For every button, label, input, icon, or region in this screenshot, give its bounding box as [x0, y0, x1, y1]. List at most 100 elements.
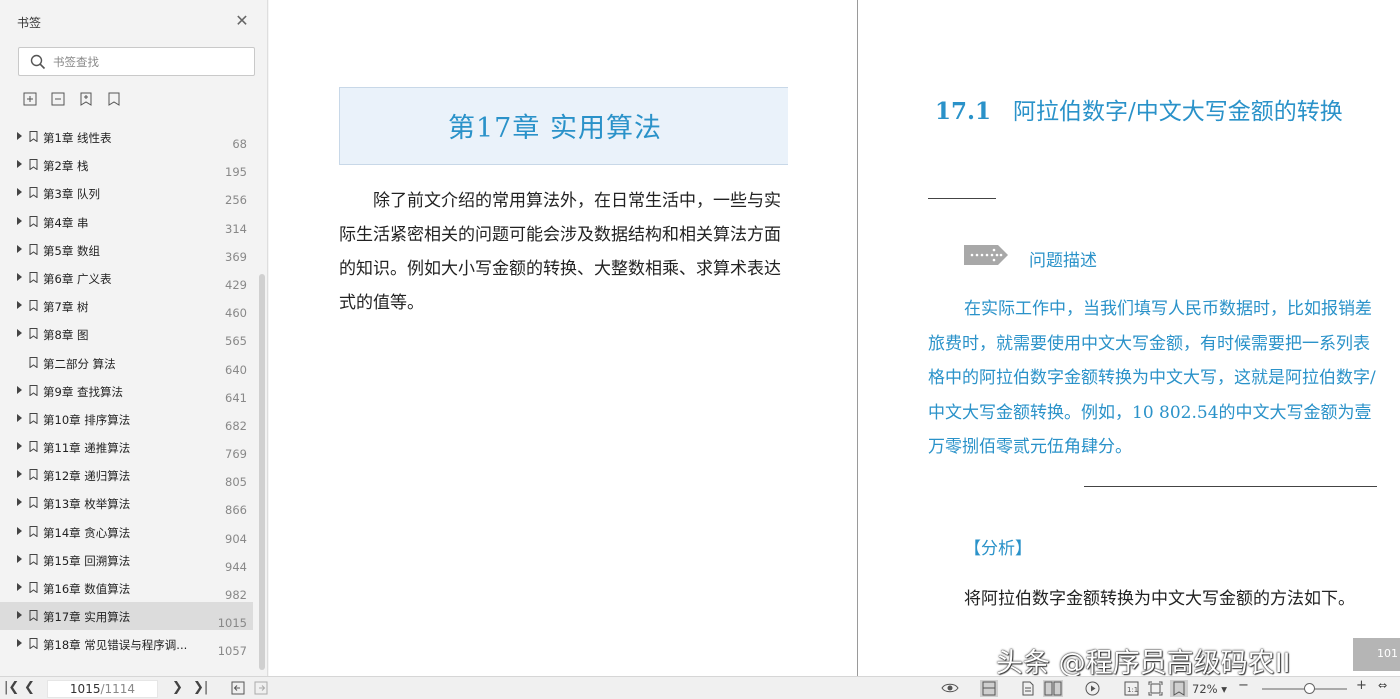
play-icon[interactable] [1085, 681, 1100, 696]
bookmark-item[interactable]: 第二部分 算法 640 [0, 349, 253, 377]
page-view-icon[interactable] [1021, 681, 1035, 696]
bookmark-item[interactable]: 第7章 树 460 [0, 292, 253, 320]
two-page-view-icon[interactable] [1043, 680, 1063, 697]
expand-arrow-icon[interactable] [17, 413, 22, 422]
zoom-slider-handle[interactable] [1304, 683, 1315, 694]
prev-page-icon[interactable]: ❮ [24, 680, 35, 695]
bookmark-item[interactable]: 第12章 递归算法 805 [0, 461, 253, 489]
expand-arrow-icon[interactable] [17, 272, 22, 281]
expand-arrow-icon[interactable] [17, 470, 22, 479]
expand-arrow-icon[interactable] [17, 639, 22, 648]
bookmark-item[interactable]: 第18章 常见错误与程序调... 1057 [0, 630, 253, 658]
bookmark-item[interactable]: 第14章 贪心算法 904 [0, 518, 253, 546]
bookmark-item[interactable]: 第3章 队列 256 [0, 179, 253, 207]
arrow-banner-icon [964, 245, 1008, 265]
bookmark-page-number: 904 [225, 531, 247, 546]
fit-page-icon[interactable] [1148, 681, 1163, 696]
zoom-level[interactable]: 72% ▾ [1192, 682, 1227, 696]
expand-arrow-icon[interactable] [17, 160, 22, 169]
bookmark-icon[interactable] [106, 91, 122, 107]
bookmark-icon [29, 159, 38, 171]
bookmark-page-number: 565 [225, 334, 247, 349]
bookmark-item[interactable]: 第13章 枚举算法 866 [0, 489, 253, 517]
expand-arrow-icon[interactable] [17, 442, 22, 451]
bookmark-item[interactable]: 第8章 图 565 [0, 320, 253, 348]
bookmark-icon [29, 328, 38, 340]
add-bookmark-icon[interactable] [78, 91, 94, 107]
expand-arrow-icon[interactable] [17, 385, 22, 394]
expand-arrow-icon[interactable] [17, 329, 22, 338]
bookmark-icon [29, 356, 38, 368]
bookmark-item[interactable]: 第11章 递推算法 769 [0, 433, 253, 461]
bookmark-page-number: 369 [225, 249, 247, 264]
bookmark-item[interactable]: 第10章 排序算法 682 [0, 405, 253, 433]
bookmark-label: 第2章 栈 [43, 159, 89, 174]
eye-icon[interactable] [941, 681, 959, 695]
bookmark-item[interactable]: 第6章 广义表 429 [0, 264, 253, 292]
bookmark-page-number: 460 [225, 306, 247, 321]
bookmark-page-number: 866 [225, 503, 247, 518]
bookmark-item[interactable]: 第9章 查找算法 641 [0, 377, 253, 405]
bookmark-search-box[interactable] [18, 47, 255, 76]
bookmark-item[interactable]: 第15章 回溯算法 944 [0, 546, 253, 574]
fit-width-icon[interactable] [1170, 680, 1188, 697]
status-bar: |❮ ❮ 1015/1114 ❯ ❯| 1:1 72% ▾ − + ⇔ [0, 676, 1400, 699]
bookmark-label: 第18章 常见错误与程序调... [43, 638, 188, 653]
bookmark-icon [29, 300, 38, 312]
bookmark-label: 第10章 排序算法 [43, 412, 131, 427]
expand-arrow-icon[interactable] [17, 132, 22, 140]
bookmark-icon [29, 582, 38, 593]
go-forward-icon[interactable] [254, 681, 268, 695]
next-page-icon[interactable]: ❯ [172, 680, 183, 695]
bookmark-item[interactable]: 第4章 串 314 [0, 208, 253, 236]
bookmark-page-number: 195 [225, 165, 247, 180]
bookmark-page-number: 640 [225, 362, 247, 377]
bookmark-page-number: 944 [225, 559, 247, 574]
expand-arrow-icon[interactable] [17, 498, 22, 507]
svg-text:1:1: 1:1 [1127, 686, 1138, 694]
bookmark-page-number: 682 [225, 418, 247, 433]
bookmark-label: 第5章 数组 [43, 243, 100, 258]
expand-arrow-icon[interactable] [17, 611, 22, 620]
page-number-badge: 101 [1353, 638, 1400, 671]
bookmark-item[interactable]: 第2章 栈 195 [0, 151, 253, 179]
search-icon [30, 54, 46, 70]
sidebar-scrollbar[interactable] [259, 274, 265, 670]
bookmark-page-number: 256 [225, 193, 247, 208]
bookmark-page-number: 641 [225, 390, 247, 405]
bookmark-page-number: 68 [232, 137, 247, 151]
bookmark-label: 第12章 递归算法 [43, 469, 131, 484]
expand-arrow-icon[interactable] [17, 301, 22, 310]
bookmark-label: 第8章 图 [43, 328, 89, 343]
collapse-all-icon[interactable] [50, 91, 66, 107]
expand-arrow-icon[interactable] [17, 244, 22, 253]
toggle-fullscreen-icon[interactable]: ⇔ [1378, 679, 1387, 692]
bookmark-page-number: 769 [225, 447, 247, 462]
bookmark-label: 第1章 线性表 [43, 131, 112, 145]
expand-arrow-icon[interactable] [17, 526, 22, 535]
bookmark-search-input[interactable] [53, 53, 243, 71]
bookmark-item[interactable]: 第17章 实用算法 1015 [0, 602, 253, 631]
bookmark-icon [29, 469, 38, 481]
first-page-icon[interactable]: |❮ [4, 680, 19, 695]
expand-arrow-icon[interactable] [17, 583, 22, 591]
go-back-icon[interactable] [231, 681, 245, 695]
expand-arrow-icon[interactable] [17, 188, 22, 197]
bookmark-item[interactable]: 第16章 数值算法 982 [0, 574, 253, 602]
last-page-icon[interactable]: ❯| [193, 680, 208, 695]
zoom-out-icon[interactable]: − [1238, 678, 1249, 693]
page-number-input[interactable]: 1015/1114 [47, 680, 158, 698]
actual-size-icon[interactable]: 1:1 [1124, 681, 1139, 696]
bookmark-icon [29, 243, 38, 255]
single-page-view-icon[interactable] [980, 680, 998, 697]
bookmark-item[interactable]: 第1章 线性表 68 [0, 123, 253, 151]
bookmark-item[interactable]: 第5章 数组 369 [0, 236, 253, 264]
bookmark-page-number: 429 [225, 277, 247, 292]
expand-arrow-icon[interactable] [17, 554, 22, 563]
expand-arrow-icon[interactable] [17, 216, 22, 225]
close-icon[interactable]: ✕ [234, 13, 250, 29]
zoom-in-icon[interactable]: + [1356, 678, 1367, 693]
bookmark-label: 第9章 查找算法 [43, 384, 123, 399]
expand-all-icon[interactable] [22, 91, 38, 107]
watermark: 头条 @程序员高级码农II [996, 648, 1291, 679]
